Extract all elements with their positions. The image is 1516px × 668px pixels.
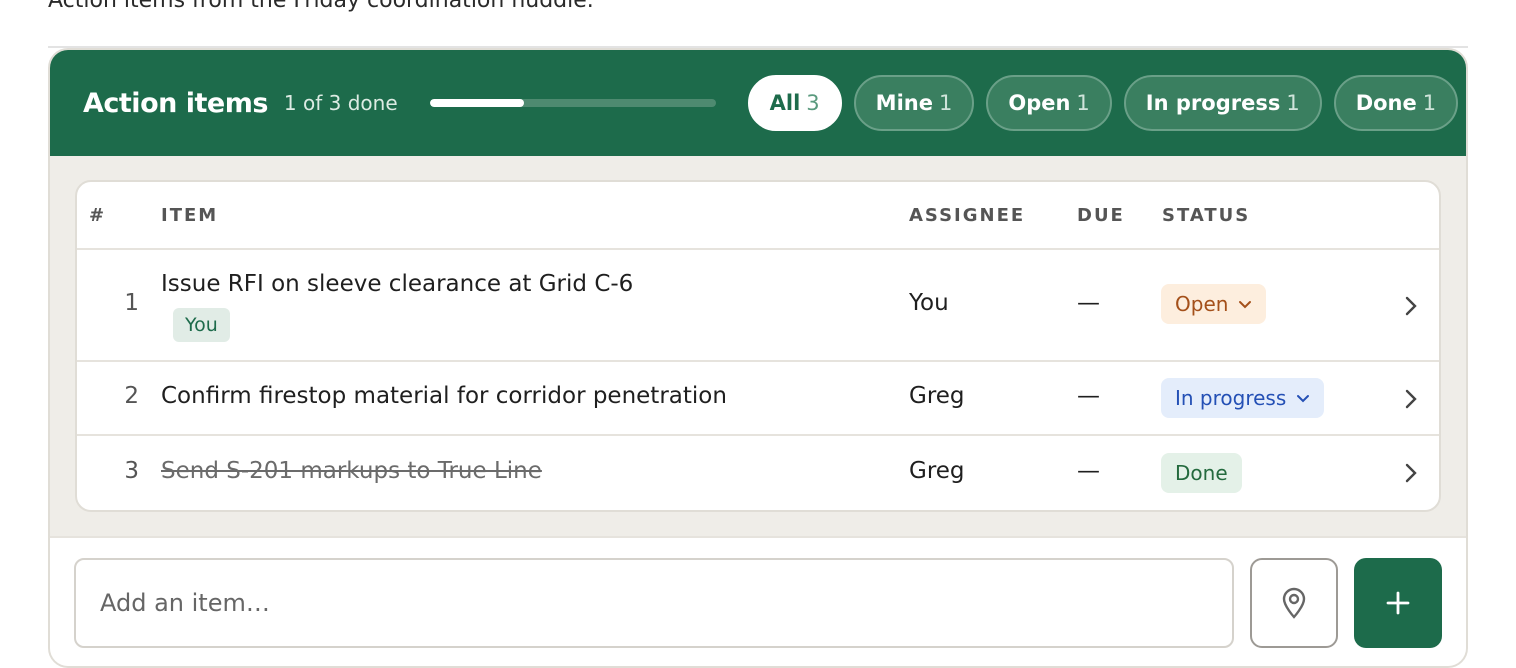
col-due[interactable]: DUE xyxy=(1077,205,1125,226)
col-item[interactable]: ITEM xyxy=(161,205,218,226)
progress-fill xyxy=(429,99,525,107)
status-label: Done xyxy=(1175,461,1228,485)
chevron-down-icon xyxy=(1239,301,1252,309)
due-date: — xyxy=(1077,458,1100,484)
filter-all[interactable]: All 3 xyxy=(747,75,842,131)
row-number: 1 xyxy=(124,290,139,316)
items-table: # ITEM ASSIGNEE DUE STATUS 1 Issue RFI o… xyxy=(75,180,1441,512)
table-row[interactable]: 2 Confirm firestop material for corridor… xyxy=(77,362,1439,436)
filter-count: 1 xyxy=(1286,91,1300,115)
filter-open[interactable]: Open 1 xyxy=(986,75,1112,131)
filter-count: 1 xyxy=(1422,91,1437,115)
filter-chips: All 3 Mine 1 Open 1 In progress 1 Done 1 xyxy=(747,75,1459,131)
progress-bar xyxy=(429,99,716,107)
chevron-right-icon[interactable] xyxy=(1401,294,1421,318)
status-badge[interactable]: Done xyxy=(1161,453,1242,493)
filter-done[interactable]: Done 1 xyxy=(1333,75,1459,131)
filter-label: In progress xyxy=(1145,91,1281,115)
plus-icon xyxy=(1386,591,1410,615)
status-label: In progress xyxy=(1175,386,1287,410)
row-number: 3 xyxy=(124,458,139,484)
chevron-down-icon xyxy=(1297,395,1310,403)
composer xyxy=(50,536,1466,666)
filter-count: 1 xyxy=(938,91,953,115)
status-label: Open xyxy=(1175,292,1229,316)
col-assignee[interactable]: ASSIGNEE xyxy=(909,205,1025,226)
filter-label: Open xyxy=(1008,91,1071,115)
due-date: — xyxy=(1077,383,1100,409)
page-subtitle: Action items from the Friday coordinatio… xyxy=(48,0,594,13)
filter-count: 3 xyxy=(806,91,820,115)
filter-count: 1 xyxy=(1076,91,1090,115)
assignee: Greg xyxy=(909,458,965,484)
card-header: Action items 1 of 3 done All 3 Mine 1 Op… xyxy=(50,50,1466,156)
item-text[interactable]: Confirm firestop material for corridor p… xyxy=(161,383,727,409)
assigned-to-you-tag: You xyxy=(173,308,230,342)
status-dropdown[interactable]: In progress xyxy=(1161,378,1325,418)
filter-mine[interactable]: Mine 1 xyxy=(853,75,975,131)
add-item-input[interactable] xyxy=(74,558,1234,648)
card-title: Action items xyxy=(83,87,268,119)
location-button[interactable] xyxy=(1250,558,1338,648)
item-text[interactable]: Send S-201 markups to True Line xyxy=(161,458,542,484)
table-header: # ITEM ASSIGNEE DUE STATUS xyxy=(77,182,1439,250)
chevron-right-icon[interactable] xyxy=(1401,461,1421,485)
chevron-right-icon[interactable] xyxy=(1401,387,1421,411)
col-num: # xyxy=(89,205,107,226)
status-dropdown[interactable]: Open xyxy=(1161,284,1267,324)
add-item-button[interactable] xyxy=(1354,558,1442,648)
done-count: 1 of 3 done xyxy=(283,91,398,115)
due-date: — xyxy=(1077,290,1100,316)
row-number: 2 xyxy=(124,383,139,409)
table-row[interactable]: 3 Send S-201 markups to True Line Greg —… xyxy=(77,436,1439,510)
table-row[interactable]: 1 Issue RFI on sleeve clearance at Grid … xyxy=(77,250,1439,362)
col-status[interactable]: STATUS xyxy=(1162,205,1250,226)
assignee: You xyxy=(909,290,949,316)
filter-in-progress[interactable]: In progress 1 xyxy=(1123,75,1322,131)
filter-label: Done xyxy=(1355,91,1417,115)
filter-label: All xyxy=(769,91,801,115)
item-text[interactable]: Issue RFI on sleeve clearance at Grid C-… xyxy=(161,271,633,297)
filter-label: Mine xyxy=(875,91,933,115)
assignee: Greg xyxy=(909,383,965,409)
action-items-card: Action items 1 of 3 done All 3 Mine 1 Op… xyxy=(48,48,1468,668)
map-pin-icon xyxy=(1282,587,1306,619)
